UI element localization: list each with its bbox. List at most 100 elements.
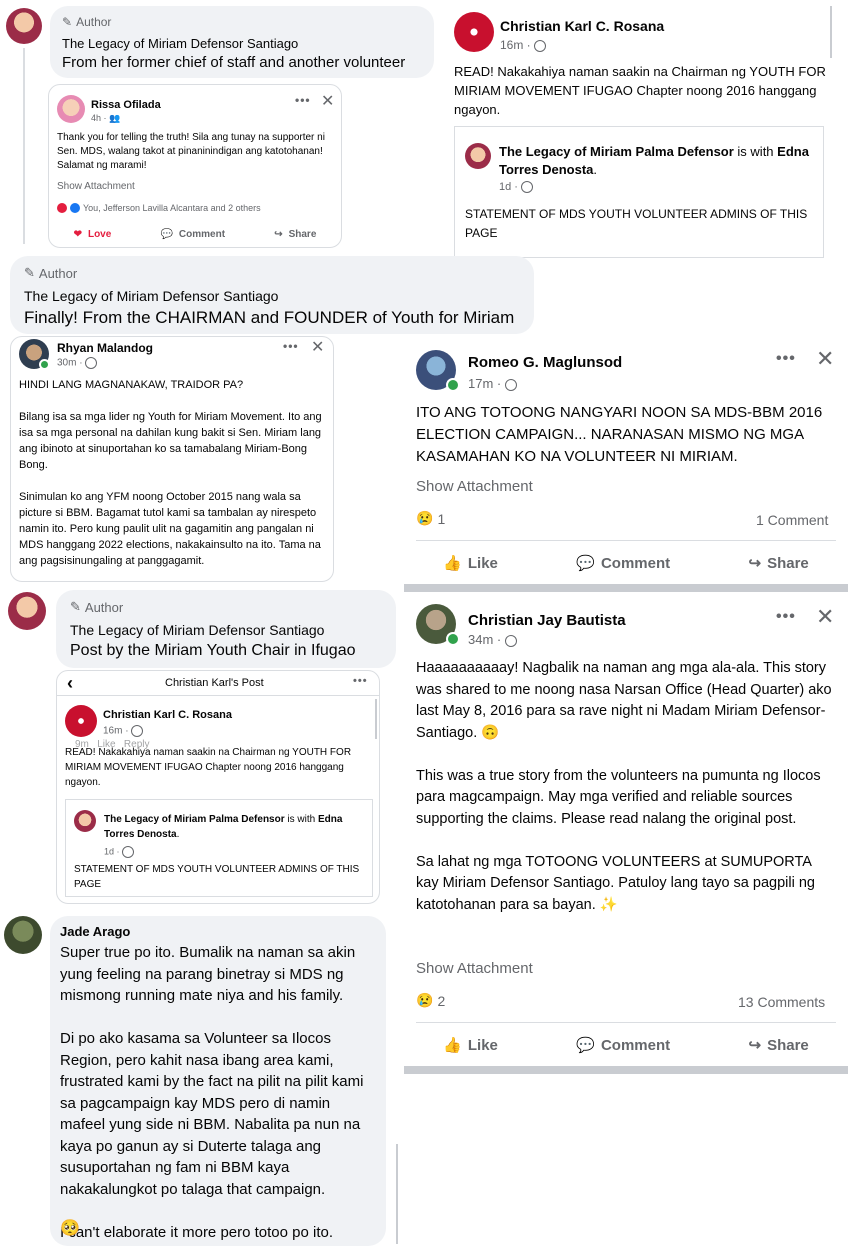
author-badge: ✎ Author	[24, 265, 77, 281]
author-comment-bubble: ✎ Author The Legacy of Miriam Defensor S…	[10, 256, 534, 334]
more-options-icon[interactable]: •••	[776, 350, 796, 368]
comment-button[interactable]: 💬 Comment	[576, 1036, 670, 1055]
heart-icon: ❤	[73, 229, 82, 240]
comment-button[interactable]: 💬 Comment	[576, 554, 670, 573]
comment-time: 4h · 👥	[91, 113, 121, 123]
comments-count[interactable]: 13 Comments	[738, 994, 825, 1010]
divider	[57, 695, 379, 696]
comment-text: Post by the Miriam Youth Chair in Ifugao	[70, 642, 356, 659]
shared-post[interactable]: The Legacy of Miriam Palma Defensor is w…	[454, 126, 824, 258]
avatar[interactable]	[74, 810, 96, 832]
comments-count[interactable]: 1 Comment	[756, 512, 828, 528]
post-text: HINDI LANG MAGNANAKAW, TRAIDOR PA? Bilan…	[19, 379, 322, 567]
love-button[interactable]: ❤ Love	[74, 229, 112, 240]
author-comment-bubble: ✎ Author The Legacy of Miriam Defensor S…	[50, 6, 434, 78]
avatar[interactable]	[57, 95, 85, 123]
comment-button[interactable]: 💬 Comment	[160, 229, 225, 240]
share-icon: ↪	[748, 1037, 762, 1054]
post-time: 30m ·	[57, 357, 98, 369]
post-card: ‹ Christian Karl's Post ••• Christian Ka…	[56, 670, 380, 904]
section-divider	[404, 584, 848, 592]
poster-name[interactable]: Christian Karl C. Rosana	[103, 709, 232, 721]
author-label: Author	[84, 599, 124, 615]
avatar[interactable]	[454, 12, 494, 52]
online-indicator	[446, 378, 460, 392]
shared-page-name: The Legacy of Miriam Palma Defensor	[104, 814, 285, 825]
avatar[interactable]	[65, 705, 97, 737]
more-options-icon[interactable]: •••	[353, 675, 368, 687]
comment-author-name[interactable]: The Legacy of Miriam Defensor Santiago	[62, 36, 298, 51]
post-header-title: Christian Karl's Post	[165, 677, 264, 689]
close-icon[interactable]: ✕	[816, 346, 834, 372]
commenter-name[interactable]: Rissa Ofilada	[91, 99, 161, 111]
scrollbar[interactable]	[396, 1144, 398, 1244]
shared-post-header: The Legacy of Miriam Palma Defensor is w…	[104, 814, 343, 840]
comment-author-name[interactable]: The Legacy of Miriam Defensor Santiago	[24, 288, 278, 304]
post-text: READ! Nakakahiya naman saakin na Chairma…	[65, 747, 352, 788]
post-time: 17m ·	[468, 376, 517, 391]
sad-reaction-icon: 😢	[416, 992, 434, 1008]
post-time: 16m ·	[500, 38, 547, 52]
globe-icon	[85, 357, 98, 369]
thumbs-up-icon: 👍	[443, 555, 462, 572]
globe-icon	[504, 634, 517, 647]
action-bar: ❤ Love 💬 Comment ↪ Share	[49, 229, 341, 240]
close-icon[interactable]: ✕	[311, 337, 324, 357]
like-button[interactable]: 👍 Like	[443, 554, 498, 573]
author-badge: ✎ Author	[70, 599, 123, 615]
share-button[interactable]: ↪ Share	[749, 554, 809, 573]
author-badge: ✎ Author	[62, 15, 111, 29]
reactions-summary[interactable]: 😢 2	[416, 992, 445, 1009]
more-options-icon[interactable]: •••	[295, 93, 311, 107]
author-label: Author	[76, 15, 112, 29]
reactions-summary[interactable]: You, Jefferson Lavilla Alcantara and 2 o…	[57, 203, 261, 213]
poster-name[interactable]: Christian Karl C. Rosana	[500, 18, 664, 34]
close-icon[interactable]: ✕	[321, 91, 334, 111]
more-options-icon[interactable]: •••	[283, 339, 299, 353]
back-icon[interactable]: ‹	[67, 673, 73, 694]
poster-name[interactable]: Romeo G. Maglunsod	[468, 354, 622, 371]
scrollbar[interactable]	[830, 6, 832, 58]
close-icon[interactable]: ✕	[816, 604, 834, 630]
share-icon: ↪	[274, 229, 283, 240]
thumbs-up-icon: 👍	[443, 1037, 462, 1054]
comment-icon: 💬	[160, 229, 173, 240]
show-attachment-link[interactable]: Show Attachment	[416, 960, 533, 977]
globe-icon	[122, 846, 135, 858]
more-options-icon[interactable]: •••	[776, 608, 796, 626]
pencil-icon: ✎	[70, 599, 81, 614]
post-card: Rhyan Malandog 30m · ••• ✕ HINDI LANG MA…	[10, 336, 334, 582]
comment-bubble: Jade Arago Super true po ito. Bumalik na…	[50, 916, 386, 1246]
globe-icon	[504, 378, 517, 391]
shared-post-header: The Legacy of Miriam Palma Defensor is w…	[499, 144, 809, 177]
share-button[interactable]: ↪ Share	[274, 229, 316, 240]
comment-author-name[interactable]: The Legacy of Miriam Defensor Santiago	[70, 622, 324, 638]
shared-post[interactable]: The Legacy of Miriam Palma Defensor is w…	[65, 799, 373, 897]
post-panel: Christian Karl C. Rosana 16m · READ! Nak…	[446, 0, 832, 258]
reactions-summary[interactable]: 😢 1	[416, 510, 445, 527]
post-panel: Christian Jay Bautista 34m · ••• ✕ Haaaa…	[404, 592, 848, 1066]
avatar[interactable]	[465, 143, 491, 169]
pleading-face-emoji: 🥺	[60, 1220, 80, 1237]
page-avatar[interactable]	[8, 592, 46, 630]
comment-icon: 💬	[576, 555, 595, 572]
pencil-icon: ✎	[62, 15, 73, 29]
show-attachment-link[interactable]: Show Attachment	[57, 181, 135, 192]
comment-text: From her former chief of staff and anoth…	[62, 54, 406, 71]
divider	[416, 540, 836, 541]
avatar[interactable]	[4, 916, 42, 954]
post-panel: Romeo G. Maglunsod 17m · ••• ✕ ITO ANG T…	[404, 338, 848, 584]
poster-name[interactable]: Christian Jay Bautista	[468, 612, 626, 629]
shared-post-time: 1d ·	[499, 181, 534, 194]
share-button[interactable]: ↪ Share	[748, 1036, 809, 1055]
poster-name[interactable]: Rhyan Malandog	[57, 341, 153, 355]
comment-text: Finally! From the CHAIRMAN and FOUNDER o…	[24, 308, 515, 327]
show-attachment-link[interactable]: Show Attachment	[416, 478, 533, 495]
page-avatar[interactable]	[6, 8, 42, 44]
action-bar: 👍 Like 💬 Comment ↪ Share	[404, 1036, 848, 1055]
scrollbar[interactable]	[375, 699, 377, 739]
online-indicator	[446, 632, 460, 646]
commenter-name[interactable]: Jade Arago	[60, 924, 130, 939]
like-button[interactable]: 👍 Like	[443, 1036, 498, 1055]
action-bar: 👍 Like 💬 Comment ↪ Share	[404, 554, 848, 573]
